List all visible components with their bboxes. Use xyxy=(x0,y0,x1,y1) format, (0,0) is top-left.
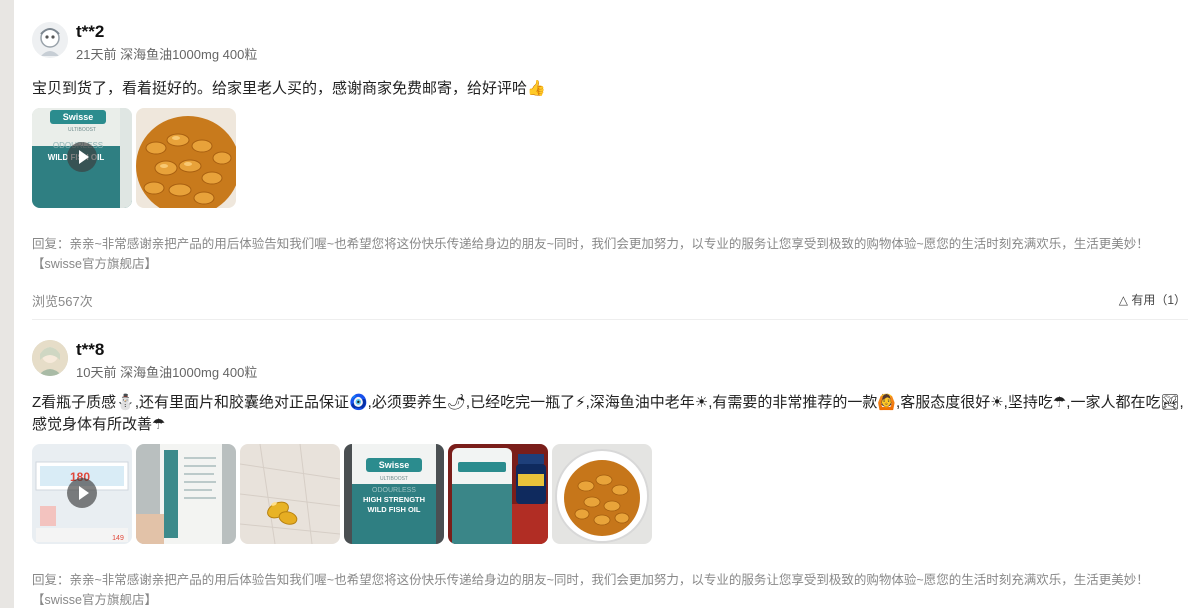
username: t**2 xyxy=(76,22,105,41)
review-meta: 10天前 深海鱼油1000mg 400粒 xyxy=(76,365,258,380)
bottle-brand-text: Swisse xyxy=(63,112,94,122)
review-photo-thumbnail[interactable] xyxy=(136,108,236,208)
review-photo-thumbnail[interactable]: Swisse ULTIBOOST ODOURLESS HIGH STRENGTH… xyxy=(344,444,444,544)
review-item: t**8 10天前 深海鱼油1000mg 400粒 Z看瓶子质感⛄,还有里面片和… xyxy=(32,336,1188,610)
bottle-line3-text: WILD FISH OIL xyxy=(368,505,421,514)
seller-reply: 回复：亲亲~非常感谢亲把产品的用后体验告知我们喔~也希望您将这份快乐传递给身边的… xyxy=(32,237,1149,271)
avatar[interactable] xyxy=(32,340,68,376)
review-header: t**2 21天前 深海鱼油1000mg 400粒 xyxy=(32,18,1188,64)
review-media: 180 149 Swisse ULTIBOOST ODOURLESS HIGH … xyxy=(32,444,1188,544)
review-item: t**2 21天前 深海鱼油1000mg 400粒 宝贝到货了，看着挺好的。给家… xyxy=(32,18,1188,311)
video-price2-text: 149 xyxy=(112,535,124,542)
review-footer: 浏览567次 △ 有用（1） xyxy=(32,291,1188,311)
review-text: Z看瓶子质感⛄,还有里面片和胶囊绝对正品保证🧿,必须要养生🌶,已经吃完一瓶了⚡,… xyxy=(32,394,1184,433)
review-media: Swisse ULTIBOOST ODOURLESS WILD FISH OIL xyxy=(32,108,1188,208)
view-count: 浏览567次 xyxy=(32,294,93,309)
review-video-thumbnail[interactable]: 180 149 xyxy=(32,444,132,544)
bottle-line1-text: ODOURLESS xyxy=(372,487,416,494)
review-meta: 21天前 深海鱼油1000mg 400粒 xyxy=(76,47,258,62)
play-icon[interactable] xyxy=(67,478,97,508)
review-photo-thumbnail[interactable] xyxy=(552,444,652,544)
left-rail xyxy=(0,0,14,608)
bottle-line2-text: HIGH STRENGTH xyxy=(363,495,425,504)
bottle-sub-text: ULTIBOOST xyxy=(380,476,408,482)
review-video-thumbnail[interactable]: Swisse ULTIBOOST ODOURLESS WILD FISH OIL xyxy=(32,108,132,208)
thumbs-up-icon: △ xyxy=(1118,293,1128,307)
review-text: 宝贝到货了，看着挺好的。给家里老人买的，感谢商家免费邮寄，给好评哈👍 xyxy=(32,80,546,97)
bottle-brand-text: Swisse xyxy=(379,460,410,470)
review-photo-thumbnail[interactable] xyxy=(448,444,548,544)
play-icon[interactable] xyxy=(67,142,97,172)
seller-reply: 回复：亲亲~非常感谢亲把产品的用后体验告知我们喔~也希望您将这份快乐传递给身边的… xyxy=(32,573,1149,607)
bottle-sub-text: ULTIBOOST xyxy=(68,127,96,133)
review-header: t**8 10天前 深海鱼油1000mg 400粒 xyxy=(32,336,1188,382)
review-photo-thumbnail[interactable] xyxy=(240,444,340,544)
useful-button[interactable]: △ 有用（1） xyxy=(1119,291,1186,308)
divider xyxy=(32,319,1188,320)
avatar[interactable] xyxy=(32,22,68,58)
useful-label: 有用（1） xyxy=(1131,293,1186,307)
username: t**8 xyxy=(76,340,105,359)
review-photo-thumbnail[interactable] xyxy=(136,444,236,544)
